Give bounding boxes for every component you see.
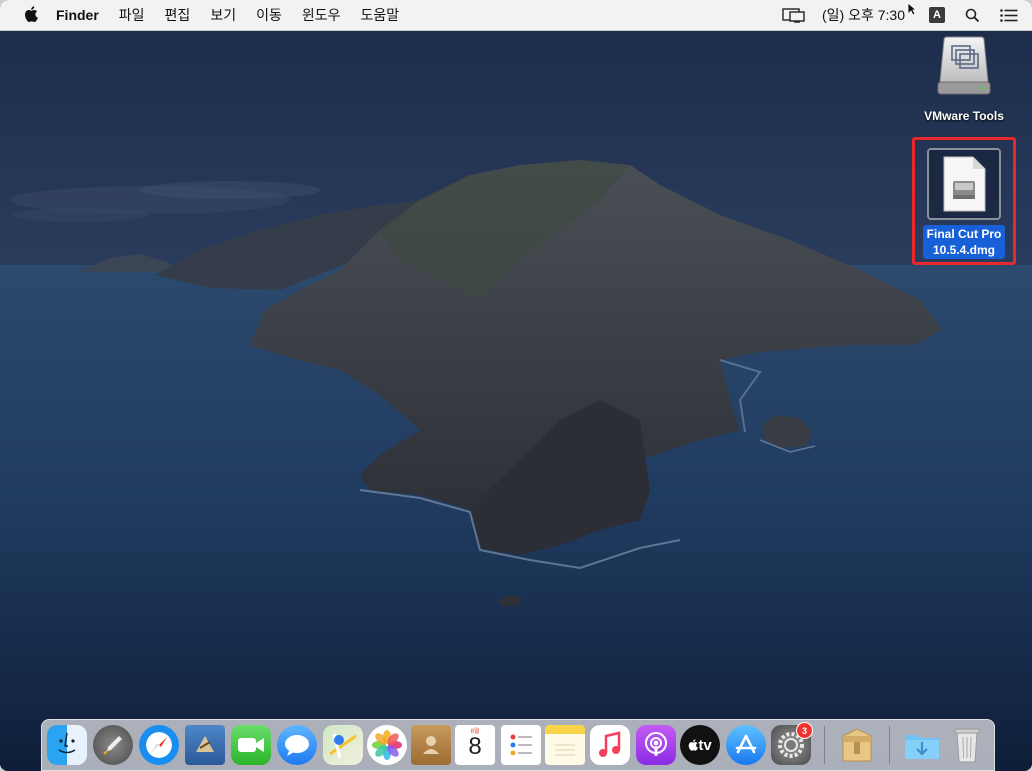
notes-icon — [555, 744, 575, 756]
apple-icon — [25, 5, 38, 22]
dock-messages[interactable] — [277, 725, 317, 765]
dmg-label: Final Cut Pro 10.5.4.dmg — [922, 225, 1006, 259]
spotlight-icon[interactable] — [965, 8, 980, 23]
menu-view[interactable]: 보기 — [200, 5, 246, 25]
dock-safari[interactable] — [139, 725, 179, 765]
desktop-item-vmware-tools[interactable]: VMware Tools — [918, 34, 1010, 123]
apple-tv-icon: tv — [688, 736, 712, 754]
dock-calendar[interactable]: 8월 8 — [455, 725, 495, 765]
disk-image-icon — [943, 156, 986, 212]
dock-archive-utility[interactable] — [837, 725, 877, 765]
music-icon — [599, 731, 621, 757]
archive-utility-icon — [842, 728, 872, 762]
launchpad-icon — [103, 736, 122, 755]
menu-window[interactable]: 윈도우 — [292, 5, 351, 25]
vmware-drive-icon — [937, 36, 991, 95]
dock-app-store[interactable] — [726, 725, 766, 765]
dock-trash[interactable] — [947, 725, 987, 765]
dock-apple-tv[interactable]: tv — [680, 725, 720, 765]
facetime-icon — [238, 738, 264, 752]
desktop-screen: Finder 파일 편집 보기 이동 윈도우 도움말 (일) 오후 7:30 A — [0, 0, 1032, 771]
dock-photos[interactable] — [367, 725, 407, 765]
dock-maps[interactable] — [323, 725, 363, 765]
dock-facetime[interactable] — [231, 725, 271, 765]
highlight-box: Final Cut Pro 10.5.4.dmg — [912, 137, 1016, 265]
dmg-label-line1: Final Cut Pro — [926, 227, 1002, 241]
messages-icon — [285, 735, 309, 756]
vmware-tools-label: VMware Tools — [924, 109, 1004, 123]
input-source-icon[interactable]: A — [929, 7, 945, 23]
contacts-icon — [423, 736, 439, 754]
dock-podcasts[interactable] — [636, 725, 676, 765]
mouse-pointer-icon — [907, 2, 917, 16]
notification-center-icon[interactable] — [1000, 8, 1018, 22]
podcasts-icon — [645, 732, 667, 756]
menu-file[interactable]: 파일 — [109, 5, 155, 25]
desktop-item-final-cut-pro-dmg[interactable]: Final Cut Pro 10.5.4.dmg — [915, 148, 1013, 259]
dock-separator-2 — [889, 726, 890, 764]
dock-launchpad[interactable] — [93, 725, 133, 765]
dock-reminders[interactable] — [501, 725, 541, 765]
dmg-label-line2: 10.5.4.dmg — [932, 243, 995, 257]
menu-help[interactable]: 도움말 — [350, 5, 409, 25]
desktop-wallpaper — [0, 0, 1032, 771]
apple-menu[interactable] — [0, 5, 52, 25]
dock-notes[interactable] — [545, 725, 585, 765]
mail-icon — [196, 736, 214, 752]
clock[interactable]: (일) 오후 7:30 — [822, 5, 905, 25]
safari-icon — [151, 737, 167, 753]
dock-separator — [824, 726, 825, 764]
menu-app-name[interactable]: Finder — [52, 7, 109, 23]
dock-downloads[interactable] — [902, 725, 942, 765]
app-store-icon — [735, 734, 757, 754]
menu-bar-status-area: (일) 오후 7:30 A — [766, 0, 1032, 30]
display-mirroring-icon[interactable] — [782, 7, 806, 23]
dock: 8월 8 tv 3 — [41, 719, 995, 771]
dock-contacts[interactable] — [411, 725, 451, 765]
dock-system-preferences[interactable]: 3 — [771, 722, 813, 765]
selection-frame — [927, 148, 1001, 220]
maps-icon — [329, 733, 357, 759]
photos-icon — [372, 730, 402, 760]
calendar-day: 8 — [468, 733, 482, 760]
dock-mail[interactable] — [185, 725, 225, 765]
input-source-label: A — [929, 7, 945, 23]
downloads-folder-icon — [905, 735, 939, 759]
calendar-icon: 8월 8 — [455, 725, 495, 765]
menu-go[interactable]: 이동 — [246, 5, 292, 25]
dock-music[interactable] — [590, 725, 630, 765]
apple-tv-label: tv — [698, 736, 712, 754]
reminders-icon — [510, 734, 532, 756]
system-preferences-badge: 3 — [796, 722, 813, 739]
trash-icon — [954, 728, 980, 763]
menu-edit[interactable]: 편집 — [155, 5, 201, 25]
menu-bar: Finder 파일 편집 보기 이동 윈도우 도움말 (일) 오후 7:30 A — [0, 0, 1032, 31]
dock-finder[interactable] — [47, 725, 87, 765]
finder-icon — [58, 732, 76, 754]
